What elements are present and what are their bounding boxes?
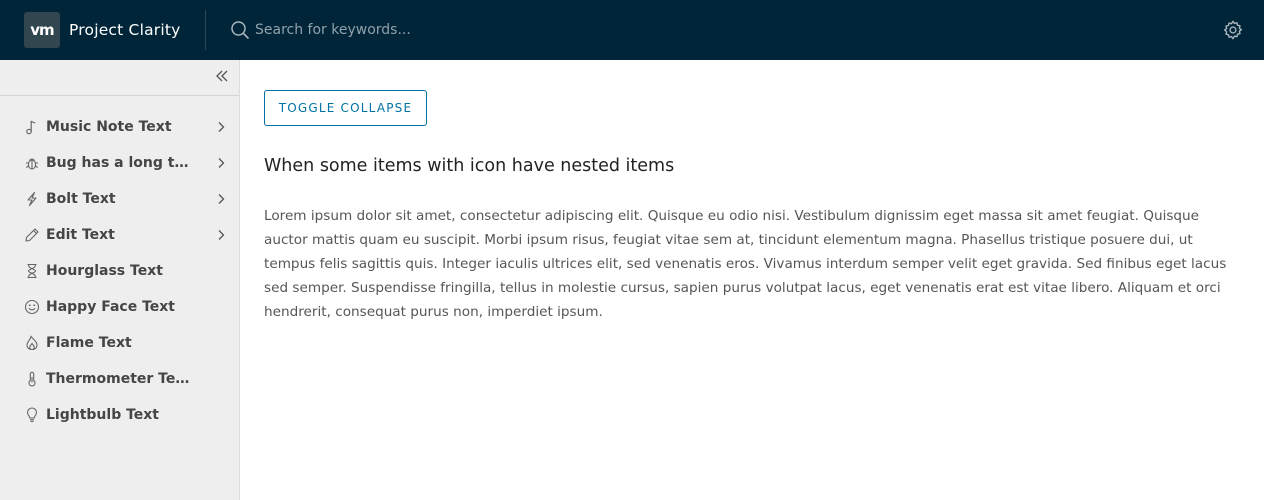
- chevron-right-icon[interactable]: [213, 191, 229, 207]
- happy-face-icon: [24, 299, 40, 315]
- sidebar-item-edit[interactable]: Edit Text: [0, 217, 239, 253]
- toggle-collapse-button[interactable]: TOGGLE COLLAPSE: [264, 90, 427, 126]
- sidebar-item-bolt[interactable]: Bolt Text: [0, 181, 239, 217]
- app-header: vm Project Clarity: [0, 0, 1264, 60]
- music-note-icon: [24, 119, 40, 135]
- sidebar-item-lightbulb[interactable]: Lightbulb Text: [0, 397, 239, 433]
- app-title: Project Clarity: [69, 21, 181, 39]
- body-paragraph: Lorem ipsum dolor sit amet, consectetur …: [264, 208, 1227, 320]
- thermometer-icon: [24, 371, 40, 387]
- brand[interactable]: vm Project Clarity: [0, 0, 205, 60]
- sidebar-item-label: Bolt Text: [46, 191, 116, 207]
- sidebar-item-label: Happy Face Text: [46, 299, 175, 315]
- sidebar-item-label: Lightbulb Text: [46, 407, 159, 423]
- hourglass-icon: [24, 263, 40, 279]
- sidebar-item-label: Flame Text: [46, 335, 132, 351]
- chevron-right-icon[interactable]: [213, 119, 229, 135]
- sidebar-nav: Music Note Text Bug has a long text... B…: [0, 96, 239, 433]
- sidebar-item-music-note[interactable]: Music Note Text: [0, 109, 239, 145]
- sidebar-item-label: Bug has a long text...: [46, 155, 191, 171]
- chevron-right-icon[interactable]: [213, 227, 229, 243]
- sidebar-item-label: Hourglass Text: [46, 263, 163, 279]
- sidebar: Music Note Text Bug has a long text... B…: [0, 60, 240, 500]
- page-heading: When some items with icon have nested it…: [264, 156, 675, 176]
- pencil-icon: [24, 227, 40, 243]
- search-input[interactable]: [255, 15, 655, 45]
- double-chevron-left-icon[interactable]: [214, 68, 230, 84]
- sidebar-item-flame[interactable]: Flame Text: [0, 325, 239, 361]
- sidebar-item-label: Edit Text: [46, 227, 115, 243]
- sidebar-collapse-row: [0, 60, 239, 96]
- sidebar-item-hourglass[interactable]: Hourglass Text: [0, 253, 239, 289]
- sidebar-item-label: Thermometer Text: [46, 371, 191, 387]
- search-icon: [230, 20, 250, 40]
- bolt-icon: [24, 191, 40, 207]
- search-bar[interactable]: [230, 0, 1221, 60]
- chevron-right-icon[interactable]: [213, 155, 229, 171]
- gear-icon[interactable]: [1221, 18, 1245, 42]
- sidebar-item-happy-face[interactable]: Happy Face Text: [0, 289, 239, 325]
- header-divider: [205, 10, 206, 50]
- sidebar-item-bug[interactable]: Bug has a long text...: [0, 145, 239, 181]
- flame-icon: [24, 335, 40, 351]
- bug-icon: [24, 155, 40, 171]
- vm-logo: vm: [24, 12, 60, 48]
- lightbulb-icon: [24, 407, 40, 423]
- sidebar-item-label: Music Note Text: [46, 119, 172, 135]
- sidebar-item-thermometer[interactable]: Thermometer Text: [0, 361, 239, 397]
